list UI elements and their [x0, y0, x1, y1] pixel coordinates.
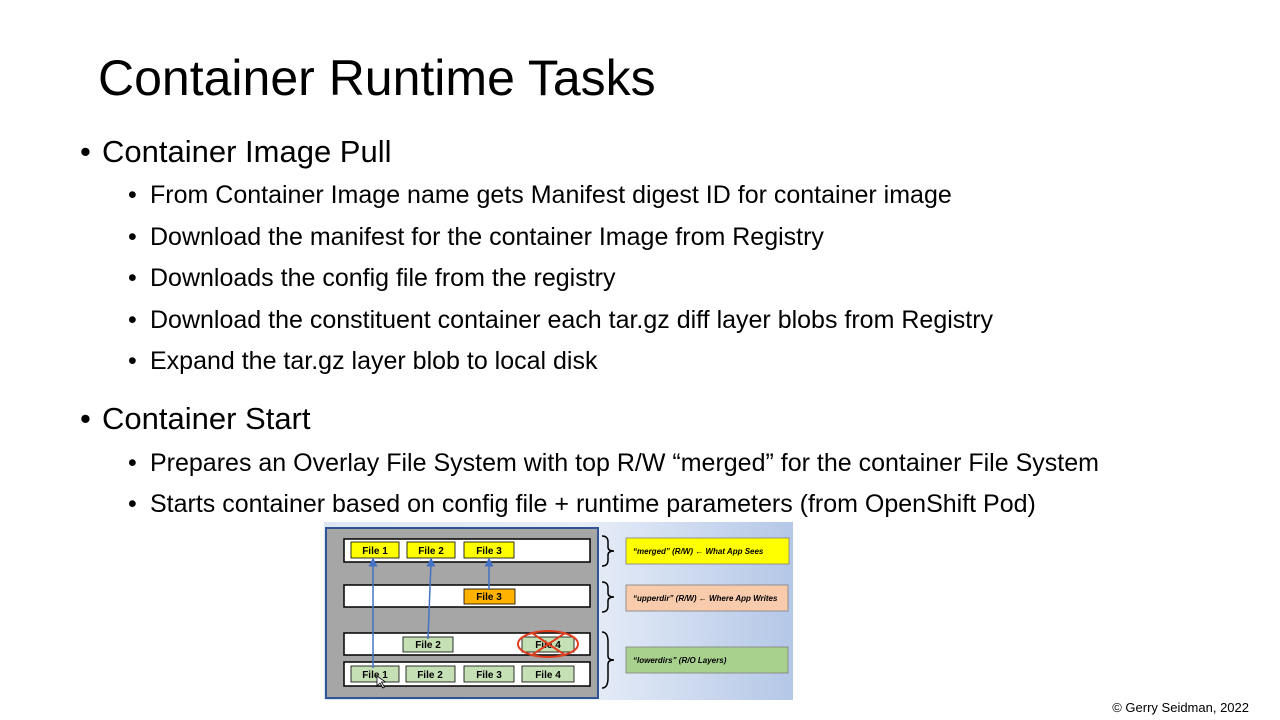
bullet-item: • Downloads the config file from the regi…	[128, 264, 616, 292]
merged-file-2: File 2	[406, 541, 456, 559]
bullet-item: • Starts container based on config file +…	[128, 490, 1036, 518]
lower-file-1: File 1	[350, 665, 400, 683]
svg-text:File 3: File 3	[476, 546, 502, 557]
bullet-item: • From Container Image name gets Manifest…	[128, 181, 952, 209]
svg-text:File 3: File 3	[476, 592, 502, 603]
svg-text:File 2: File 2	[418, 546, 444, 557]
merged-label: “merged” (R/W) ← What App Sees	[625, 537, 790, 565]
lower-file-3: File 3	[463, 665, 515, 683]
bullet-item: • Expand the tar.gz layer blob to local d…	[128, 347, 598, 375]
svg-text:File 1: File 1	[362, 670, 388, 681]
svg-text:“merged” (R/W) ← What App Sees: “merged” (R/W) ← What App Sees	[633, 547, 764, 556]
merged-file-1: File 1	[350, 541, 400, 559]
lower-top-file-2: File 2	[402, 636, 454, 653]
lowerdirs-label: “lowerdirs” (R/O Layers)	[625, 646, 789, 674]
slide-title: Container Runtime Tasks	[98, 50, 656, 106]
bullet-item: • Prepares an Overlay File System with to…	[128, 449, 1099, 477]
lower-file-2: File 2	[405, 665, 456, 683]
svg-text:“upperdir” (R/W) ← Where App W: “upperdir” (R/W) ← Where App Writes	[633, 594, 778, 603]
bullet-item: • Download the manifest for the container…	[128, 223, 824, 251]
lower-file-4: File 4	[521, 665, 575, 683]
svg-text:File 2: File 2	[417, 670, 443, 681]
svg-text:“lowerdirs” (R/O Layers): “lowerdirs” (R/O Layers)	[633, 656, 727, 665]
upperdir-label: “upperdir” (R/W) ← Where App Writes	[625, 584, 789, 612]
copyright-notice: © Gerry Seidman, 2022	[1112, 700, 1249, 715]
overlay-fs-diagram: File 1 File 2 File 3 File 3 File 2 File …	[324, 522, 793, 700]
svg-text:File 3: File 3	[476, 670, 502, 681]
section-heading-container-start: • Container Start	[80, 401, 311, 436]
bullet-item: • Download the constituent container each…	[128, 306, 994, 334]
section-heading-image-pull: • Container Image Pull	[80, 134, 392, 169]
merged-file-3: File 3	[463, 541, 515, 559]
upper-file-3: File 3	[463, 588, 516, 605]
svg-text:File 1: File 1	[362, 546, 388, 557]
svg-text:File 4: File 4	[535, 670, 561, 681]
svg-text:File 2: File 2	[415, 640, 441, 651]
